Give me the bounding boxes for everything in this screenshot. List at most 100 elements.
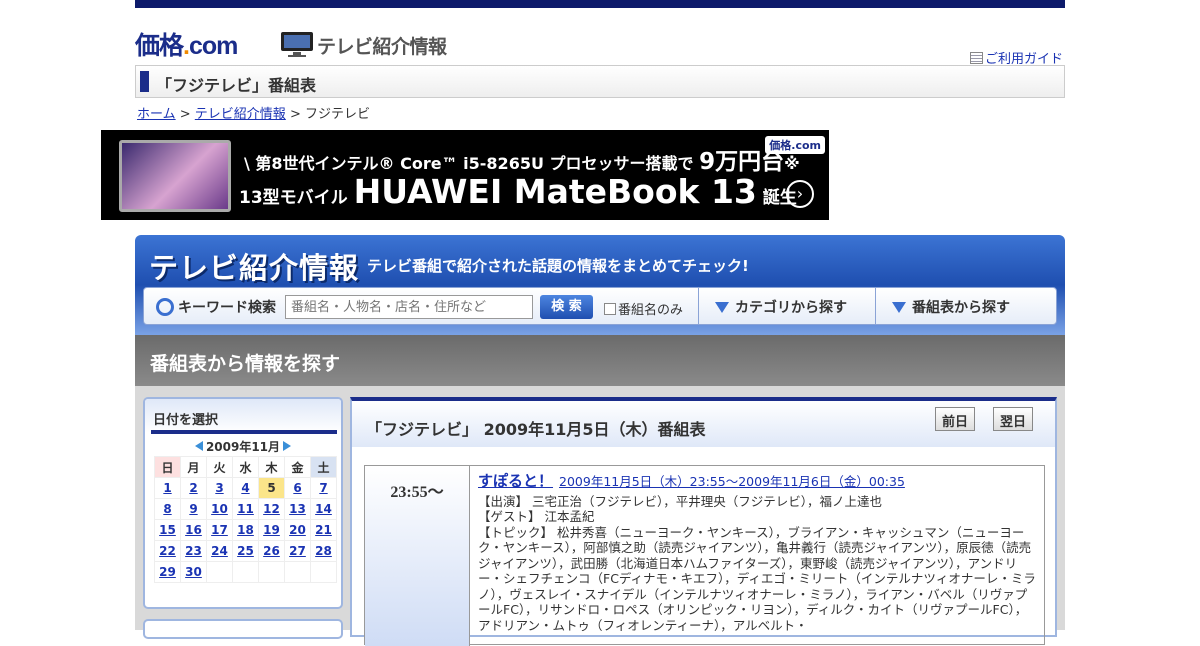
calendar-day-empty bbox=[310, 561, 337, 583]
selected-day: 5 bbox=[267, 481, 276, 495]
next-month-icon[interactable] bbox=[283, 441, 292, 451]
day-link[interactable]: 28 bbox=[315, 544, 332, 558]
nav-schedule-label: 番組表から探す bbox=[912, 300, 1010, 316]
section-body: 日付を選択 2009年11月 日 月 火 水 木 金 土 1 2 3 4 5 6… bbox=[135, 386, 1065, 646]
day-link[interactable]: 12 bbox=[263, 502, 280, 516]
nav-schedule[interactable]: 番組表から探す bbox=[875, 288, 1056, 324]
kakaku-logo[interactable]: 価格.com bbox=[135, 26, 238, 60]
ad-note-mark: ※ bbox=[784, 154, 800, 173]
program-guest: 【ゲスト】 江本孟紀 bbox=[478, 509, 595, 524]
program-only-checkbox[interactable]: 番組名のみ bbox=[604, 299, 683, 318]
day-link[interactable]: 3 bbox=[215, 481, 223, 495]
calendar-day: 24 bbox=[206, 540, 233, 562]
day-link[interactable]: 8 bbox=[163, 502, 171, 516]
day-link[interactable]: 19 bbox=[263, 523, 280, 537]
day-link[interactable]: 6 bbox=[293, 481, 301, 495]
calendar-day: 15 bbox=[154, 519, 181, 541]
weekday-header: 月 bbox=[180, 456, 207, 478]
nav-category[interactable]: カテゴリから探す bbox=[698, 288, 875, 324]
calendar-day: 12 bbox=[258, 498, 285, 520]
day-link[interactable]: 13 bbox=[289, 502, 306, 516]
weekday-header: 木 bbox=[258, 456, 285, 478]
search-input[interactable] bbox=[285, 295, 533, 319]
day-link[interactable]: 9 bbox=[189, 502, 197, 516]
breadcrumb-home[interactable]: ホーム bbox=[137, 107, 176, 122]
calendar-day: 18 bbox=[232, 519, 259, 541]
day-link[interactable]: 24 bbox=[211, 544, 228, 558]
page-title: 「フジテレビ」番組表 bbox=[156, 76, 317, 95]
day-link[interactable]: 30 bbox=[185, 565, 202, 579]
ad-line-2-prefix: 13型モバイル bbox=[239, 188, 354, 208]
title-accent-bar bbox=[140, 71, 149, 92]
month-label: 2009年11月 bbox=[205, 440, 281, 454]
prev-day-button[interactable]: 前日 bbox=[935, 407, 976, 431]
calendar-day: 6 bbox=[284, 477, 311, 499]
calendar-day: 17 bbox=[206, 519, 233, 541]
magnifier-icon bbox=[156, 298, 174, 316]
day-link[interactable]: 16 bbox=[185, 523, 202, 537]
ad-badge: 価格.com bbox=[765, 136, 825, 154]
tv-icon bbox=[281, 32, 313, 57]
program-content: すぽると！ 2009年11月5日（木）23:55～2009年11月6日（金）00:… bbox=[478, 472, 1038, 633]
day-link[interactable]: 4 bbox=[241, 481, 249, 495]
calendar-day: 14 bbox=[310, 498, 337, 520]
keyword-label: キーワード検索 bbox=[156, 297, 276, 317]
breadcrumb: ホーム > テレビ紹介情報 > フジテレビ bbox=[135, 98, 1065, 130]
weekday-header: 火 bbox=[206, 456, 233, 478]
ad-arrow-icon[interactable]: › bbox=[786, 180, 814, 208]
calendar-day: 7 bbox=[310, 477, 337, 499]
day-link[interactable]: 11 bbox=[237, 502, 254, 516]
prev-month-icon[interactable] bbox=[194, 441, 203, 451]
triangle-down-icon bbox=[892, 302, 906, 313]
day-link[interactable]: 20 bbox=[289, 523, 306, 537]
date-picker-title: 日付を選択 bbox=[145, 399, 341, 433]
program-time: 23:55～ bbox=[365, 466, 470, 646]
triangle-down-icon bbox=[715, 302, 729, 313]
day-link[interactable]: 7 bbox=[319, 481, 327, 495]
ad-line-1-text: \ 第8世代インテル® Core™ i5-8265U プロセッサー搭載で bbox=[244, 154, 700, 173]
program-datetime-link[interactable]: 2009年11月5日（木）23:55～2009年11月6日（金）00:35 bbox=[559, 474, 905, 489]
breadcrumb-separator: > bbox=[175, 107, 195, 122]
day-link[interactable]: 2 bbox=[189, 481, 197, 495]
divider bbox=[151, 430, 337, 434]
tv-info-title[interactable]: テレビ紹介情報 bbox=[149, 245, 359, 287]
weekday-header: 金 bbox=[284, 456, 311, 478]
day-link[interactable]: 26 bbox=[263, 544, 280, 558]
day-link[interactable]: 25 bbox=[237, 544, 254, 558]
top-bar bbox=[135, 0, 1065, 8]
calendar-day: 8 bbox=[154, 498, 181, 520]
calendar-day-empty bbox=[232, 561, 259, 583]
day-link[interactable]: 18 bbox=[237, 523, 254, 537]
section-title[interactable]: テレビ紹介情報 bbox=[317, 32, 447, 59]
schedule-section: 番組表から情報を探す 日付を選択 2009年11月 日 月 火 水 木 金 土 bbox=[135, 335, 1065, 646]
program-name-link[interactable]: すぽると！ bbox=[478, 472, 553, 490]
calendar-day-empty bbox=[258, 561, 285, 583]
day-link[interactable]: 10 bbox=[211, 502, 228, 516]
day-link[interactable]: 27 bbox=[289, 544, 306, 558]
day-link[interactable]: 14 bbox=[315, 502, 332, 516]
guide-icon bbox=[969, 52, 983, 64]
page-title-box: 「フジテレビ」番組表 bbox=[135, 65, 1065, 98]
calendar-day: 2 bbox=[180, 477, 207, 499]
day-link[interactable]: 21 bbox=[315, 523, 332, 537]
breadcrumb-section[interactable]: テレビ紹介情報 bbox=[195, 107, 286, 122]
search-button[interactable]: 検 索 bbox=[540, 295, 593, 319]
next-day-button[interactable]: 翌日 bbox=[993, 407, 1034, 431]
site-header: 価格.com テレビ紹介情報 ご利用ガイド bbox=[135, 8, 1065, 67]
tv-info-subtitle: テレビ番組で紹介された話題の情報をまとめてチェック! bbox=[367, 257, 749, 275]
day-link[interactable]: 1 bbox=[163, 481, 171, 495]
day-link[interactable]: 17 bbox=[211, 523, 228, 537]
day-link[interactable]: 22 bbox=[159, 544, 176, 558]
day-link[interactable]: 29 bbox=[159, 565, 176, 579]
program-cast: 【出演】 三宅正治（フジテレビ），平井理央（フジテレビ），福ノ上達也 bbox=[478, 493, 882, 509]
logo-com: com bbox=[188, 32, 238, 60]
program-row: 23:55～ すぽると！ 2009年11月5日（木）23:55～2009年11月6… bbox=[364, 465, 1045, 646]
ad-product-name: HUAWEI MateBook 13 bbox=[353, 172, 757, 211]
day-link[interactable]: 15 bbox=[159, 523, 176, 537]
ad-banner[interactable]: \ 第8世代インテル® Core™ i5-8265U プロセッサー搭載で 9万円… bbox=[101, 130, 829, 220]
checkbox-box[interactable] bbox=[604, 303, 616, 315]
section-heading: 番組表から情報を探す bbox=[135, 335, 1065, 386]
calendar-day: 22 bbox=[154, 540, 181, 562]
calendar-day: 9 bbox=[180, 498, 207, 520]
day-link[interactable]: 23 bbox=[185, 544, 202, 558]
